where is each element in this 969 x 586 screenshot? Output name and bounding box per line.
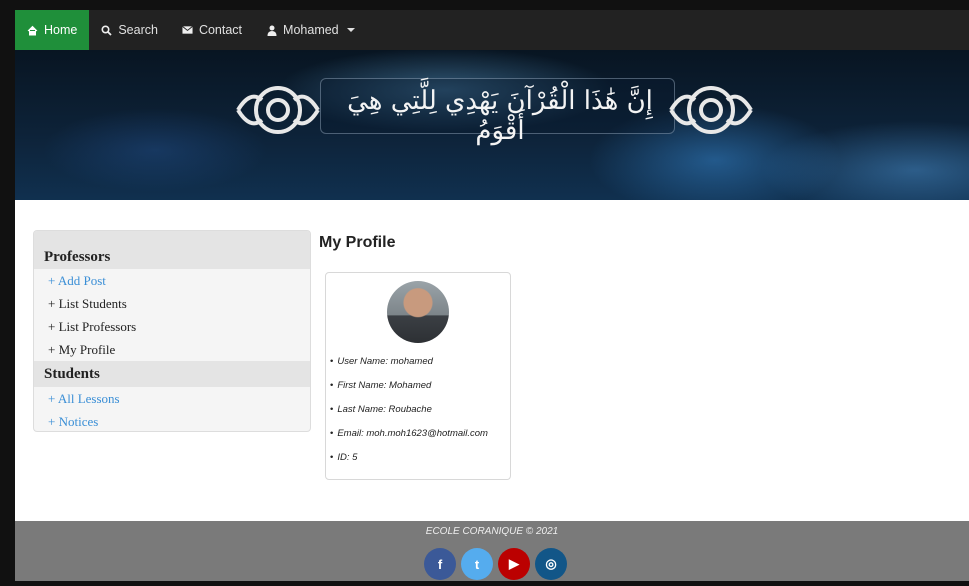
profile-last-name: Last Name: Roubache [330, 403, 488, 427]
envelope-icon [182, 25, 193, 36]
page-title: My Profile [319, 234, 396, 251]
sidebar-item-my-profile[interactable]: + My Profile [34, 338, 310, 361]
caret-down-icon [346, 28, 355, 32]
profile-id: ID: 5 [330, 451, 488, 475]
nav-search[interactable]: Search [89, 10, 170, 50]
home-icon [27, 25, 38, 36]
sidebar: Professors + Add Post + List Students + … [33, 230, 311, 432]
sidebar-heading-professors: Professors [34, 231, 310, 269]
twitter-icon[interactable]: t [461, 548, 493, 580]
footer: ECOLE CORANIQUE © 2021 f t ▶ ◎ [15, 521, 969, 581]
nav-user-label: Mohamed [283, 23, 339, 37]
left-ornament-icon [236, 86, 320, 134]
sidebar-item-list-professors[interactable]: + List Professors [34, 315, 310, 338]
profile-card: User Name: mohamed First Name: Mohamed L… [325, 272, 511, 480]
youtube-icon[interactable]: ▶ [498, 548, 530, 580]
sidebar-item-list-students[interactable]: + List Students [34, 292, 310, 315]
nav-home[interactable]: Home [15, 10, 90, 50]
nav-user-menu[interactable]: Mohamed [254, 10, 367, 50]
search-icon [101, 24, 112, 36]
instagram-icon[interactable]: ◎ [535, 548, 567, 580]
footer-copyright: ECOLE CORANIQUE © 2021 [425, 526, 559, 537]
sidebar-item-all-lessons[interactable]: + All Lessons [34, 387, 310, 410]
avatar [387, 281, 449, 343]
nav-contact[interactable]: Contact [170, 10, 254, 50]
header-banner: إِنَّ هَٰذَا الْقُرْآنَ يَهْدِي لِلَّتِي… [15, 50, 969, 200]
user-icon [266, 25, 277, 36]
profile-first-name: First Name: Mohamed [330, 379, 488, 403]
profile-details: User Name: mohamed First Name: Mohamed L… [330, 355, 488, 475]
sidebar-item-notices[interactable]: + Notices [34, 410, 310, 431]
banner-verse: إِنَّ هَٰذَا الْقُرْآنَ يَهْدِي لِلَّتِي… [347, 86, 653, 146]
nav-home-label: Home [44, 23, 78, 37]
sidebar-heading-students: Students [34, 361, 310, 387]
nav-search-label: Search [118, 23, 158, 37]
top-navbar: Home Search Contact Mohamed [15, 10, 969, 50]
facebook-icon[interactable]: f [424, 548, 456, 580]
profile-email: Email: moh.moh1623@hotmail.com [330, 427, 488, 451]
nav-contact-label: Contact [198, 23, 243, 37]
social-links: f t ▶ ◎ [424, 548, 567, 580]
profile-username: User Name: mohamed [330, 355, 488, 379]
sidebar-item-add-post[interactable]: + Add Post [34, 269, 310, 292]
right-ornament-icon [669, 86, 753, 134]
